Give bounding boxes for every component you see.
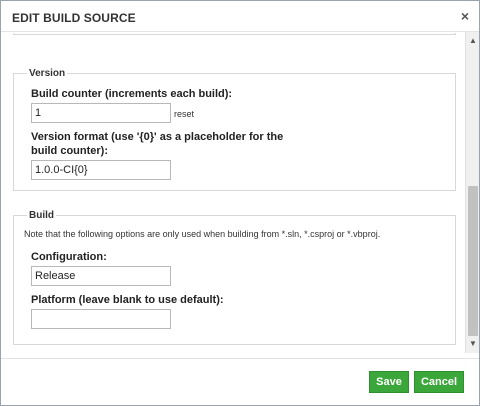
edit-build-source-dialog: EDIT BUILD SOURCE × Version Build counte… [0, 0, 480, 406]
previous-fieldset-edge [13, 33, 456, 35]
dialog-header: EDIT BUILD SOURCE × [1, 1, 479, 32]
dialog-footer: Save Cancel [1, 358, 479, 405]
platform-input[interactable] [31, 309, 171, 329]
close-icon[interactable]: × [461, 8, 469, 24]
vertical-scrollbar[interactable]: ▲ ▼ [465, 32, 479, 353]
build-fieldset: Build Note that the following options ar… [13, 210, 456, 345]
configuration-label: Configuration: [31, 251, 107, 263]
version-format-label-line2: build counter): [31, 145, 108, 157]
version-format-input[interactable] [31, 160, 171, 180]
build-counter-input[interactable] [31, 103, 171, 123]
version-legend: Version [27, 68, 68, 79]
dialog-title: EDIT BUILD SOURCE [12, 11, 136, 25]
build-note: Note that the following options are only… [24, 229, 381, 239]
version-format-label-line1: Version format (use '{0}' as a placehold… [31, 131, 284, 143]
dialog-body: Version Build counter (increments each b… [1, 33, 479, 353]
platform-label: Platform (leave blank to use default): [31, 294, 224, 306]
version-fieldset: Version Build counter (increments each b… [13, 68, 456, 191]
build-counter-label: Build counter (increments each build): [31, 88, 233, 100]
build-legend: Build [27, 210, 56, 221]
scrollbar-thumb[interactable] [468, 186, 478, 336]
scroll-up-icon[interactable]: ▲ [466, 34, 480, 48]
reset-link[interactable]: reset [174, 109, 194, 119]
save-button[interactable]: Save [369, 371, 409, 393]
scroll-down-icon[interactable]: ▼ [466, 337, 480, 351]
configuration-input[interactable] [31, 266, 171, 286]
cancel-button[interactable]: Cancel [414, 371, 464, 393]
